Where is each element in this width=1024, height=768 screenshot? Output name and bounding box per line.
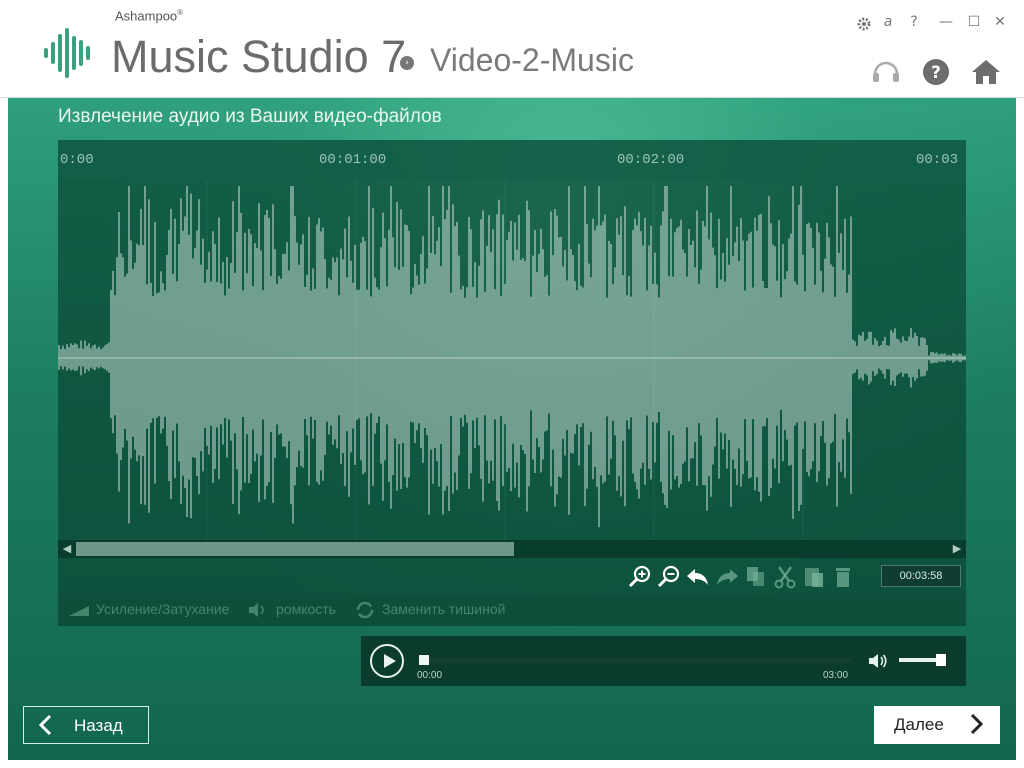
duration-display: 00:03:58 xyxy=(881,565,961,587)
delete-icon xyxy=(836,568,850,587)
gear-icon[interactable] xyxy=(856,12,872,32)
waveform xyxy=(58,180,966,540)
copy-icon xyxy=(747,567,764,586)
fade-effect-button: Усиление/Затухание xyxy=(68,601,229,618)
product-name: Music Studio 7 xyxy=(111,31,407,82)
refresh-icon xyxy=(356,602,374,619)
chevron-right-icon xyxy=(970,713,984,735)
playback-progress-track[interactable] xyxy=(419,658,851,663)
page-title: Извлечение аудио из Ваших видео-файлов xyxy=(58,106,442,127)
next-button[interactable]: Далее xyxy=(874,706,1000,744)
timeline-tick: 00:03 xyxy=(916,152,959,168)
back-button-label: Назад xyxy=(74,716,123,735)
fade-icon xyxy=(69,606,89,617)
horizontal-scrollbar[interactable]: ◀ ▶ xyxy=(58,540,966,558)
timeline-tick: 00:01:00 xyxy=(319,152,387,168)
paste-icon xyxy=(805,568,823,587)
edit-toolbar: 00:03:58 xyxy=(58,558,966,594)
minimize-button[interactable]: — xyxy=(936,12,956,32)
module-name: Video-2-Music xyxy=(430,42,634,78)
home-icon[interactable] xyxy=(970,56,1002,88)
help-small-icon[interactable]: ? xyxy=(906,12,922,32)
total-time: 03:00 xyxy=(823,670,849,681)
volume-icon[interactable] xyxy=(868,652,890,670)
waveform-area[interactable] xyxy=(58,180,966,540)
vendor-name: Ashampoo® xyxy=(115,8,184,24)
effects-bar: Усиление/Затухание ромкость Заменить тиш… xyxy=(58,594,966,626)
zoom-in-icon[interactable] xyxy=(627,564,653,590)
silence-effect-button: Заменить тишиной xyxy=(354,601,505,619)
cut-icon xyxy=(774,566,796,589)
timeline-tick: 00:02:00 xyxy=(617,152,685,168)
title-bar: Ashampoo® Music Studio 7 › Video-2-Music… xyxy=(0,0,1024,98)
help-circle-icon[interactable]: ? xyxy=(920,56,952,88)
play-button[interactable] xyxy=(370,644,404,678)
zoom-out-icon[interactable] xyxy=(656,564,682,590)
timeline-ruler[interactable]: 0:00 00:01:00 00:02:00 00:03 xyxy=(58,140,966,180)
maximize-button[interactable]: ☐ xyxy=(964,12,984,32)
speaker-icon xyxy=(249,603,264,618)
language-icon[interactable]: a xyxy=(880,12,896,32)
timeline-tick: 0:00 xyxy=(60,152,94,168)
close-button[interactable]: ✕ xyxy=(990,12,1010,32)
main-panel: Извлечение аудио из Ваших видео-файлов 0… xyxy=(8,98,1016,760)
next-button-label: Далее xyxy=(894,715,944,734)
scroll-right-icon[interactable]: ▶ xyxy=(950,540,964,558)
chevron-right-icon: › xyxy=(400,56,414,70)
current-time: 00:00 xyxy=(417,670,443,681)
chevron-left-icon xyxy=(38,714,52,736)
svg-text:?: ? xyxy=(931,63,941,83)
waveform-editor: 0:00 00:01:00 00:02:00 00:03 ◀ ▶ 00:03:5… xyxy=(58,140,966,626)
app-logo-icon xyxy=(44,28,90,78)
volume-effect-button: ромкость xyxy=(248,601,336,618)
volume-slider-handle[interactable] xyxy=(936,654,947,666)
undo-icon[interactable] xyxy=(685,564,711,590)
headset-icon[interactable] xyxy=(870,56,902,88)
scrollbar-thumb[interactable] xyxy=(76,542,514,556)
back-button[interactable]: Назад xyxy=(23,706,149,744)
playback-progress-handle[interactable] xyxy=(419,655,429,665)
scroll-left-icon[interactable]: ◀ xyxy=(60,540,74,558)
audio-player: 00:00 03:00 xyxy=(361,636,966,686)
redo-icon xyxy=(717,569,738,585)
